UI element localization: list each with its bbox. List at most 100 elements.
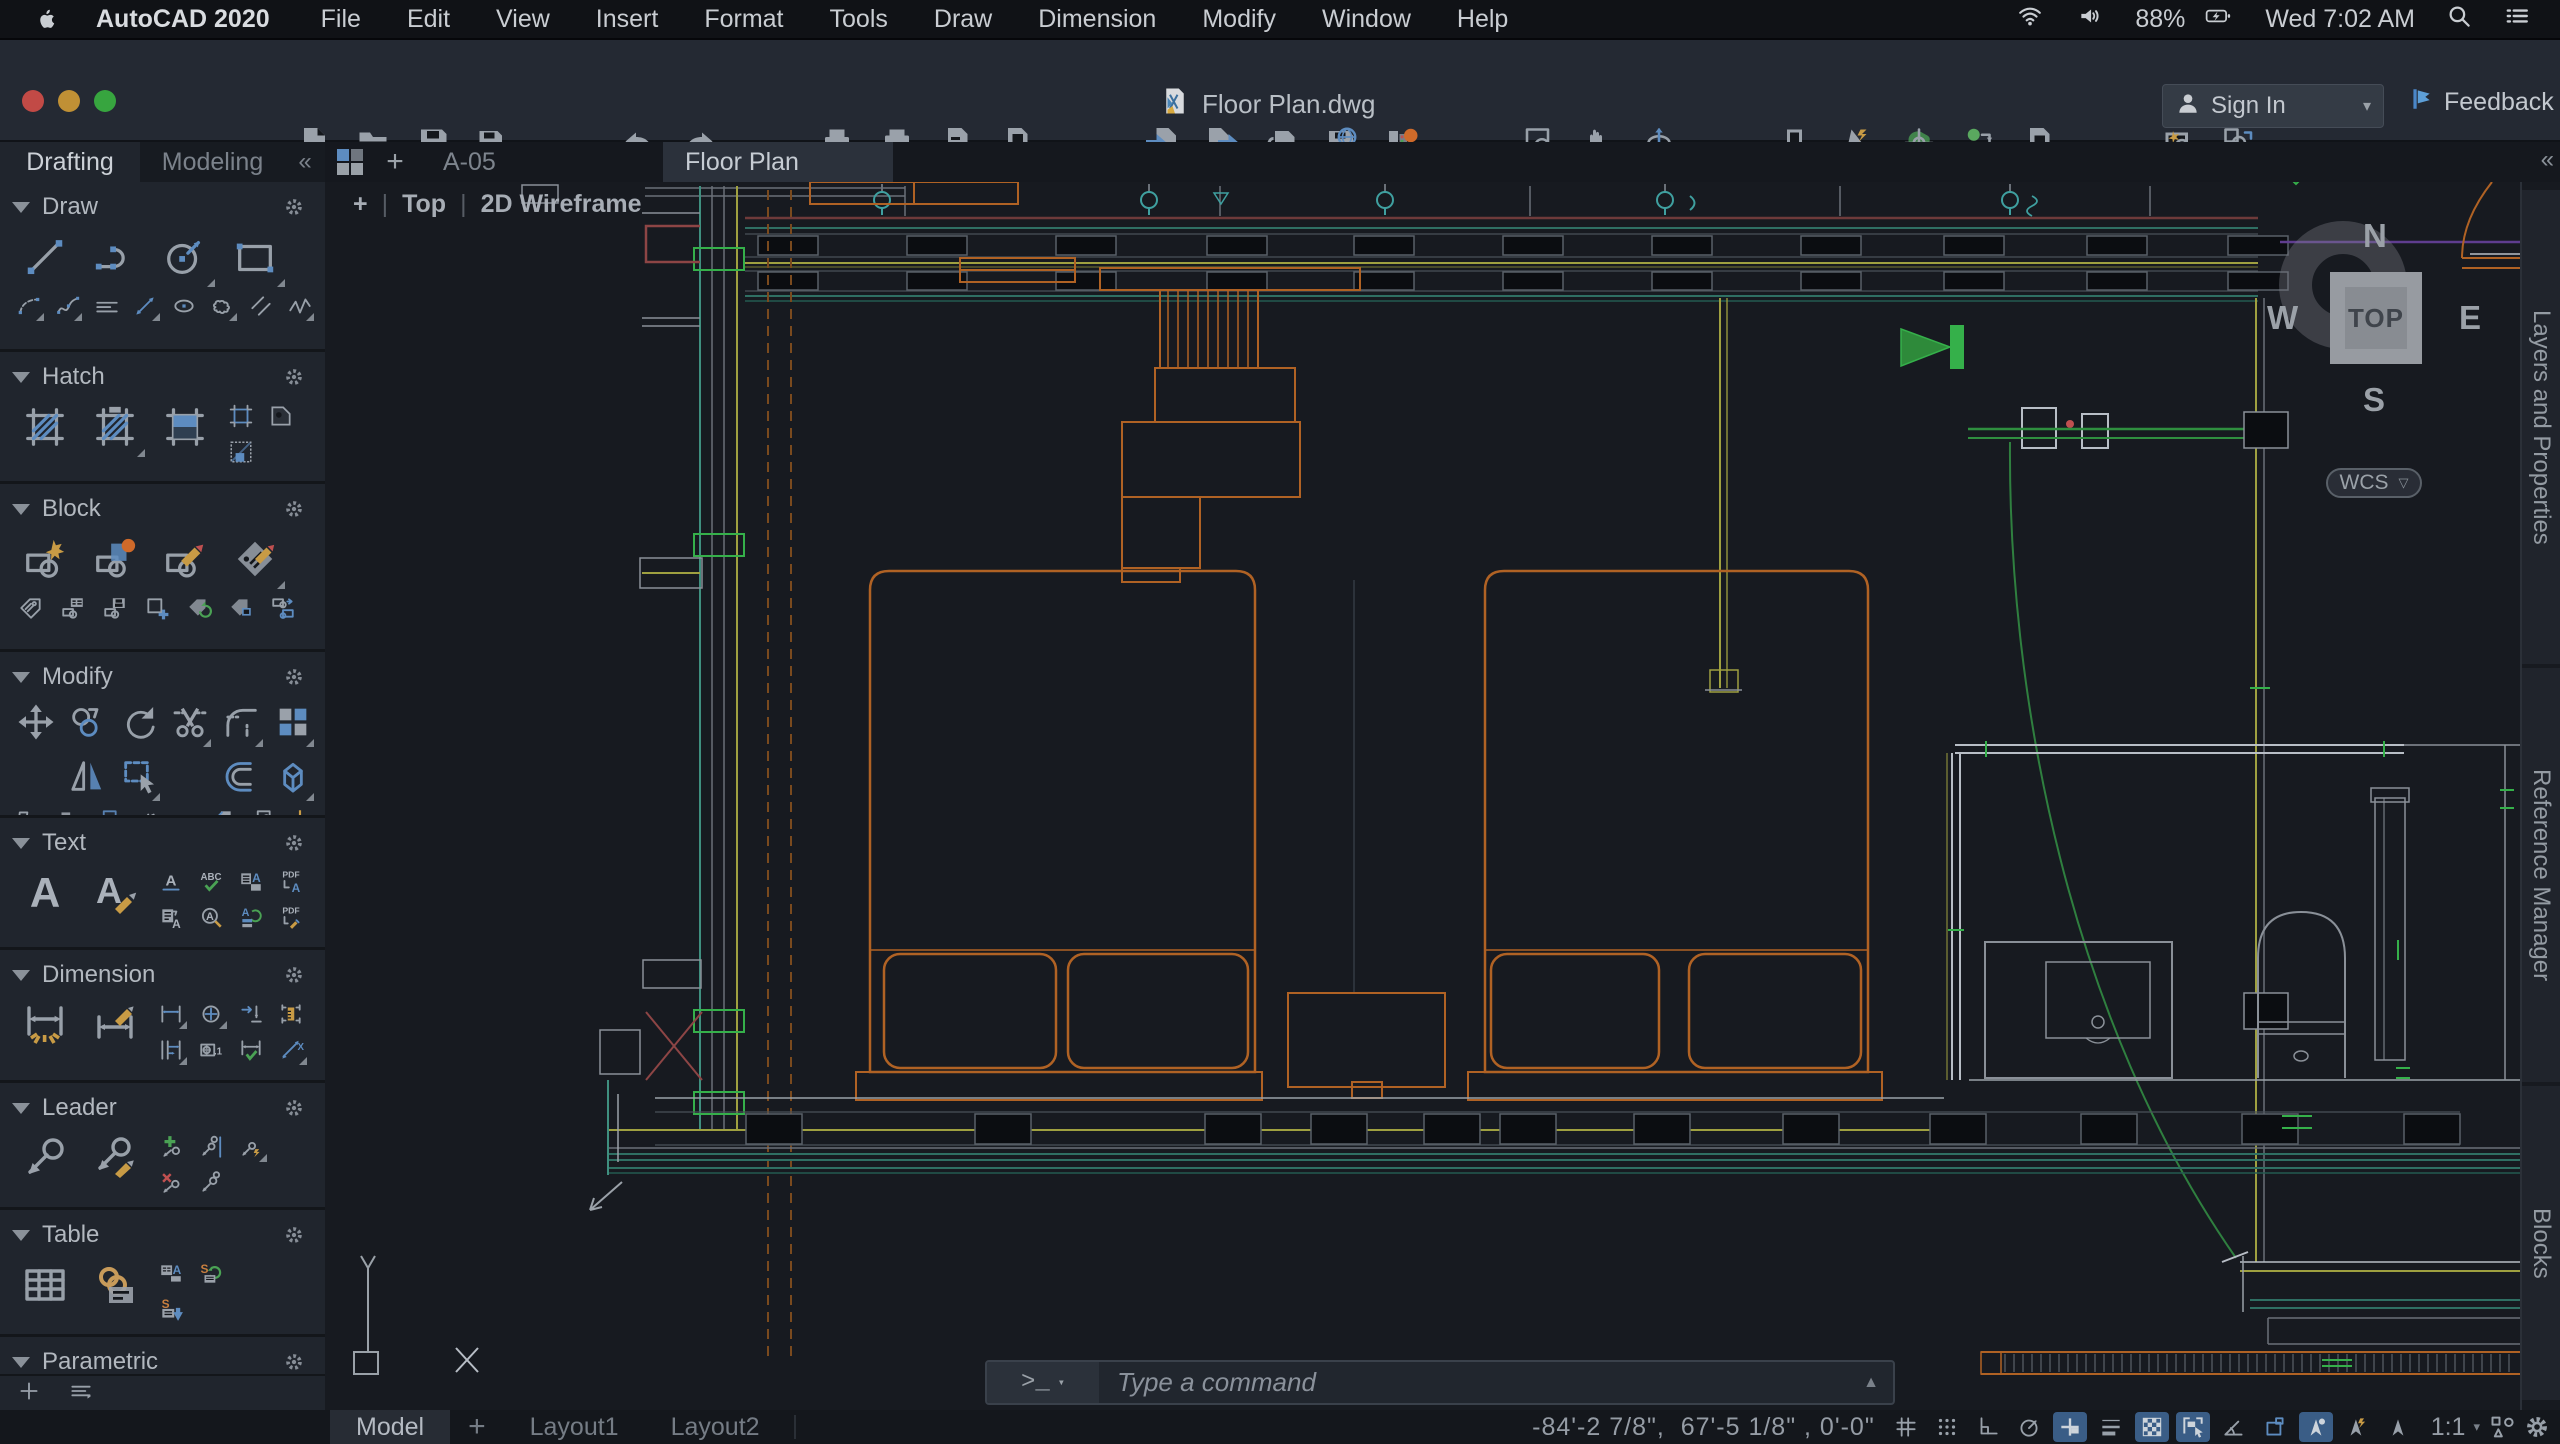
section-collapse-icon[interactable] <box>12 201 30 213</box>
layout-tab-layout2[interactable]: Layout2 <box>645 1410 786 1444</box>
tool-hatch-tool[interactable] <box>264 400 298 432</box>
drawing-canvas[interactable]: + | Top | 2D Wireframe N S W E TOP WCS ▽ … <box>325 171 2520 1410</box>
tool-circle[interactable] <box>154 226 216 288</box>
tool-dim-check[interactable] <box>234 1034 268 1066</box>
tool-trim[interactable] <box>169 696 213 748</box>
menu-help[interactable]: Help <box>1434 5 1531 34</box>
annotation-scale-menu[interactable]: 1:1 ▾ <box>2431 1413 2480 1442</box>
tool-block-create[interactable] <box>14 528 76 590</box>
tool-dim-aligned[interactable] <box>154 998 188 1030</box>
tool-leader-remove[interactable] <box>154 1167 188 1199</box>
apple-menu-icon[interactable] <box>36 6 62 32</box>
tool-hatch-annotative[interactable] <box>84 396 146 458</box>
tool-block-add[interactable] <box>140 592 174 624</box>
viewcube-west[interactable]: W <box>2267 299 2298 337</box>
tool-dim-ruler[interactable] <box>274 998 308 1030</box>
tool-break-line[interactable] <box>130 804 161 815</box>
tool-block-save[interactable] <box>98 592 132 624</box>
tool-rotate[interactable] <box>117 696 161 748</box>
ortho-toggle[interactable] <box>1971 1412 2005 1442</box>
viewcube-east[interactable]: E <box>2459 299 2481 337</box>
viewport-view-menu[interactable]: Top <box>402 190 446 219</box>
tool-table-export[interactable]: S <box>154 1294 188 1326</box>
tool-multileader-style[interactable] <box>84 1127 146 1189</box>
tool-revision-cloud[interactable] <box>207 290 238 322</box>
tool-ellipse[interactable] <box>169 290 200 322</box>
gear-icon[interactable] <box>281 1349 307 1375</box>
layout-tab-model[interactable]: Model <box>330 1410 451 1444</box>
tool-block-edit[interactable] <box>154 528 216 590</box>
command-prompt[interactable]: >_ ▾ <box>987 1362 1099 1403</box>
tool-leader-merge[interactable] <box>194 1167 228 1199</box>
tool-rectangle[interactable] <box>224 226 286 288</box>
tool-center-mark[interactable] <box>194 998 228 1030</box>
tool-arc[interactable] <box>84 226 146 288</box>
tool-leader-add[interactable] <box>154 1131 188 1163</box>
search-icon[interactable] <box>2445 2 2472 36</box>
add-layout-button[interactable]: + <box>450 1410 504 1444</box>
zoom-button[interactable] <box>94 90 116 112</box>
tool-attribute-block[interactable] <box>224 592 258 624</box>
gear-icon[interactable] <box>281 1095 307 1121</box>
tool-dim-measure[interactable]: X <box>274 1034 308 1066</box>
tool-boundary[interactable] <box>224 400 258 432</box>
tool-gradient[interactable] <box>154 396 216 458</box>
minimize-button[interactable] <box>58 90 80 112</box>
tool-attribute-sync[interactable] <box>182 592 216 624</box>
control-center-icon[interactable] <box>2502 3 2532 36</box>
tool-dimension-linear[interactable] <box>14 994 76 1056</box>
workspace-switch-icon[interactable] <box>2486 1412 2520 1442</box>
command-input[interactable]: Type a command <box>1099 1362 1849 1403</box>
tool-spell-check[interactable]: ABC <box>194 866 228 898</box>
tool-array[interactable] <box>272 696 316 748</box>
new-tab-button[interactable]: + <box>377 142 413 182</box>
polar-tracking-toggle[interactable] <box>2012 1412 2046 1442</box>
feedback-button[interactable]: Feedback ▾ <box>2408 86 2560 119</box>
side-tab-layers-and-properties[interactable]: Layers and Properties <box>2522 190 2560 664</box>
tool-text-find[interactable]: A <box>194 902 228 934</box>
tool-hatch-edit[interactable] <box>224 436 258 468</box>
tool-block-insert[interactable] <box>84 528 146 590</box>
viewport-add[interactable]: + <box>353 190 368 219</box>
tool-text-style[interactable]: A <box>84 862 146 924</box>
tool-pdf-import-text[interactable]: PDF A <box>274 866 308 898</box>
viewcube-south[interactable]: S <box>2363 381 2385 419</box>
tool-text-columns[interactable]: A <box>234 866 268 898</box>
selection-cycling-toggle[interactable] <box>2175 1412 2210 1442</box>
tool-hatch-pattern[interactable] <box>14 396 76 458</box>
tool-spline[interactable] <box>53 290 84 322</box>
snap-toggle[interactable] <box>1930 1412 1964 1442</box>
command-history-toggle[interactable]: ▲ <box>1849 1362 1893 1403</box>
tab-overview-icon[interactable] <box>337 149 363 175</box>
tool-overlay[interactable] <box>246 804 277 815</box>
tool-attribute-edit[interactable] <box>224 528 286 590</box>
file-tab-a05[interactable]: A-05 <box>421 142 661 182</box>
tool-text-underline[interactable]: A <box>154 866 188 898</box>
tool-data-link[interactable] <box>84 1254 146 1316</box>
tool-table-text[interactable]: A <box>154 1258 188 1290</box>
close-button[interactable] <box>22 90 44 112</box>
tool-point[interactable] <box>284 804 315 815</box>
object-snap-toggle[interactable] <box>2052 1412 2087 1442</box>
gear-icon[interactable] <box>281 1222 307 1248</box>
tool-leader-align[interactable] <box>194 1131 228 1163</box>
tool-extrude[interactable] <box>272 750 316 802</box>
tool-multileader[interactable] <box>14 1127 76 1189</box>
tab-modeling[interactable]: Modeling <box>140 142 285 182</box>
tool-attribute-tag[interactable] <box>14 592 48 624</box>
battery-charging-icon[interactable] <box>2201 3 2235 36</box>
tool-copy-nested[interactable] <box>53 804 84 815</box>
lineweight-toggle[interactable] <box>2094 1412 2128 1442</box>
gear-icon[interactable] <box>281 664 307 690</box>
layout-tab-layout1[interactable]: Layout1 <box>504 1410 645 1444</box>
viewcube-north[interactable]: N <box>2363 217 2387 255</box>
tool-scale[interactable] <box>91 804 122 815</box>
gear-icon[interactable] <box>281 194 307 220</box>
tool-select[interactable] <box>117 750 161 802</box>
palette-collapse-icon[interactable]: « <box>285 142 325 182</box>
tool-break[interactable] <box>246 290 277 322</box>
tab-drafting[interactable]: Drafting <box>0 142 140 182</box>
palette-menu-icon[interactable] <box>68 1378 94 1409</box>
menu-window[interactable]: Window <box>1299 5 1434 34</box>
menu-edit[interactable]: Edit <box>384 5 473 34</box>
